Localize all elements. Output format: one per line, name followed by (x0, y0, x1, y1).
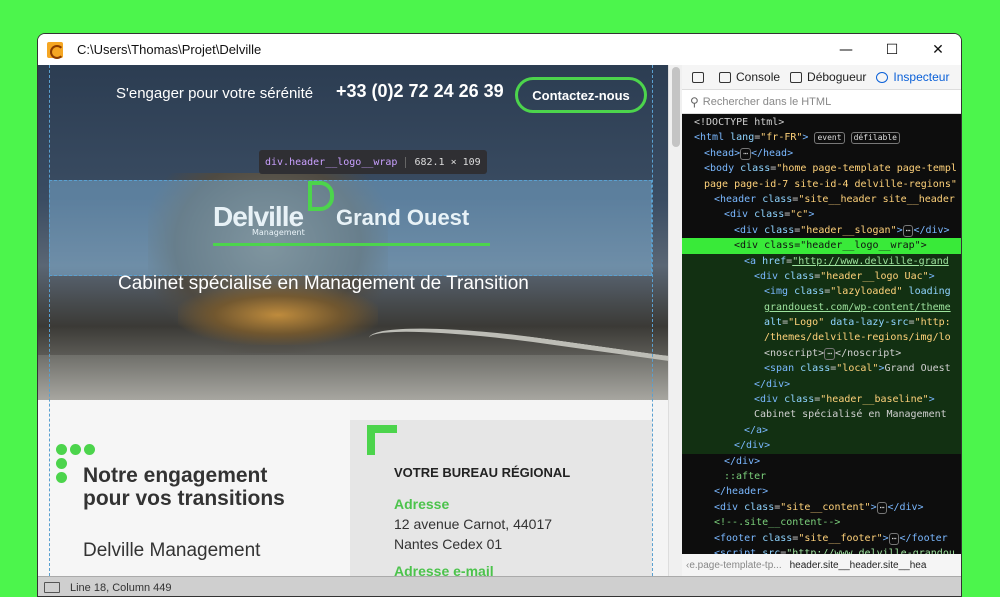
collapsed-badge[interactable]: ⋯ (740, 147, 751, 160)
close-button[interactable]: ✕ (915, 34, 961, 65)
dom-node[interactable]: </div> (682, 454, 961, 469)
inspector-tooltip: div.header__logo__wrap 682.1 × 109 (259, 150, 487, 174)
breadcrumb-current[interactable]: header.site__header.site__hea (790, 560, 927, 571)
dom-node[interactable]: <img class="lazyloaded" loading (682, 284, 961, 300)
dom-node[interactable]: <!DOCTYPE html> (682, 115, 961, 130)
dom-node[interactable]: <script src="http://www.delville-grandou (682, 546, 961, 554)
cursor-position: Line 18, Column 449 (70, 581, 172, 594)
dom-node[interactable]: <div class="header__slogan"> ⋯ </div> (682, 223, 961, 238)
console-icon (719, 71, 731, 83)
engagement-title-line1: Notre engagement (83, 464, 268, 487)
search-icon: ⚲ (690, 94, 699, 109)
dom-node-selected[interactable]: <div class="header__logo__wrap"> (682, 238, 961, 254)
devtools-breadcrumb: ‹e.page-template-tp... header.site__head… (682, 554, 961, 576)
title-bar: C:\Users\Thomas\Projet\Delville — ☐ ✕ (38, 34, 961, 65)
breadcrumb-prev[interactable]: ‹e.page-template-tp... (686, 560, 782, 571)
dom-node[interactable]: </a> (682, 422, 961, 439)
tab-debugger[interactable]: Débogueur (790, 70, 866, 84)
page-scrollbar[interactable] (668, 65, 682, 576)
dom-node[interactable]: grandouest.com/wp-content/theme (682, 299, 961, 316)
dom-node[interactable]: /themes/delville-regions/img/lo (682, 330, 961, 346)
app-window: C:\Users\Thomas\Projet\Delville — ☐ ✕ S'… (37, 33, 962, 597)
address-line1: 12 avenue Carnot, 44017 (394, 516, 553, 532)
screen-icon (44, 582, 60, 593)
guide-line (49, 65, 50, 576)
event-badge[interactable]: event (814, 132, 845, 145)
devtools-tabs: Console Débogueur Inspecteur (682, 65, 961, 90)
dom-node[interactable]: ::after (682, 469, 961, 484)
dom-node[interactable]: Cabinet spécialisé en Management (682, 407, 961, 423)
tab-debugger-label: Débogueur (807, 70, 867, 84)
dom-node[interactable]: <header class="site__header site__header (682, 192, 961, 207)
engagement-title: Notre engagement pour vos transitions (83, 464, 285, 510)
dom-node[interactable]: <div class="header__baseline"> (682, 392, 961, 408)
minimize-button[interactable]: — (823, 34, 869, 65)
dom-node[interactable]: <html lang="fr-FR"> event défilable (682, 130, 961, 145)
scrollbar-thumb[interactable] (672, 67, 680, 147)
page-preview: S'engager pour votre sérénité +33 (0)2 7… (38, 65, 668, 576)
logo-d-icon (308, 181, 334, 211)
address-label: Adresse (394, 496, 450, 512)
collapsed-badge[interactable]: ⋯ (876, 501, 888, 514)
debugger-icon (790, 71, 803, 83)
dom-node[interactable]: <div class="site__content"> ⋯ </div> (682, 500, 961, 515)
dom-node[interactable]: <div class="header__logo Uac"> (682, 268, 961, 285)
tab-inspector-label: Inspecteur (893, 70, 950, 84)
status-bar: Line 18, Column 449 (38, 576, 961, 596)
window-title: C:\Users\Thomas\Projet\Delville (77, 42, 262, 57)
app-icon (47, 41, 64, 59)
scroll-badge[interactable]: défilable (850, 132, 900, 145)
dom-node[interactable]: <noscript> ⋯ </noscript> (682, 345, 961, 362)
maximize-button[interactable]: ☐ (869, 34, 915, 65)
collapsed-badge[interactable]: ⋯ (902, 224, 914, 237)
bureau-title: VOTRE BUREAU RÉGIONAL (394, 465, 571, 480)
dom-tree[interactable]: <!DOCTYPE html> <html lang="fr-FR"> even… (682, 115, 961, 554)
engagement-title-line2: pour vos transitions (83, 487, 285, 510)
dom-node[interactable]: <footer class="site__footer"> ⋯ </footer (682, 531, 961, 546)
tab-console[interactable]: Console (719, 70, 780, 84)
tab-inspector[interactable]: Inspecteur (876, 70, 949, 84)
logo-underline (213, 243, 490, 246)
dom-node[interactable]: <body class="home page-template page-tem… (682, 161, 961, 176)
logo-region[interactable]: Grand Ouest (336, 205, 469, 231)
tab-console-label: Console (736, 70, 781, 84)
picker-tool[interactable] (692, 71, 709, 83)
engagement-section: Notre engagement pour vos transitions De… (38, 400, 350, 576)
dom-node[interactable]: <a href="http://www.delville-grand (682, 253, 961, 269)
header-slogan: S'engager pour votre sérénité (116, 85, 314, 102)
search-placeholder: Rechercher dans le HTML (702, 95, 832, 108)
dom-node[interactable]: <head> ⋯ </head> (682, 146, 961, 161)
collapsed-badge[interactable]: ⋯ (888, 532, 900, 545)
collapsed-badge[interactable]: ⋯ (824, 347, 836, 360)
dom-node[interactable]: <!--.site__content--> (682, 515, 961, 530)
picker-icon (692, 71, 704, 83)
logo-subtitle: Management (252, 228, 305, 237)
tooltip-size: 682.1 × 109 (405, 156, 481, 168)
corner-decoration (367, 425, 397, 455)
dom-node[interactable]: </header> (682, 484, 961, 499)
inspector-icon (876, 71, 889, 83)
dom-node[interactable]: </div> (682, 376, 961, 393)
dom-node[interactable]: page page-id-7 site-id-4 delville-region… (682, 177, 961, 192)
html-search[interactable]: ⚲ Rechercher dans le HTML (682, 90, 961, 114)
bureau-section: VOTRE BUREAU RÉGIONAL Adresse 12 avenue … (350, 420, 652, 576)
tooltip-selector: div.header__logo__wrap (265, 156, 398, 168)
contact-button[interactable]: Contactez-nous (515, 77, 647, 113)
email-label: Adresse e-mail (394, 563, 494, 576)
address-line2: Nantes Cedex 01 (394, 536, 503, 552)
company-name: Delville Management (83, 540, 261, 561)
devtools-panel: Console Débogueur Inspecteur ⚲ Recherche… (682, 65, 961, 576)
dom-node[interactable]: alt="Logo" data-lazy-src="http: (682, 315, 961, 331)
dom-node[interactable]: <div class="c"> (682, 207, 961, 222)
dom-node[interactable]: <span class="local">Grand Ouest (682, 361, 961, 377)
phone-number[interactable]: +33 (0)2 72 24 26 39 (336, 81, 504, 102)
dom-node[interactable]: </div> (682, 438, 961, 454)
guide-line (652, 65, 653, 576)
header-baseline: Cabinet spécialisé en Management de Tran… (118, 273, 529, 294)
